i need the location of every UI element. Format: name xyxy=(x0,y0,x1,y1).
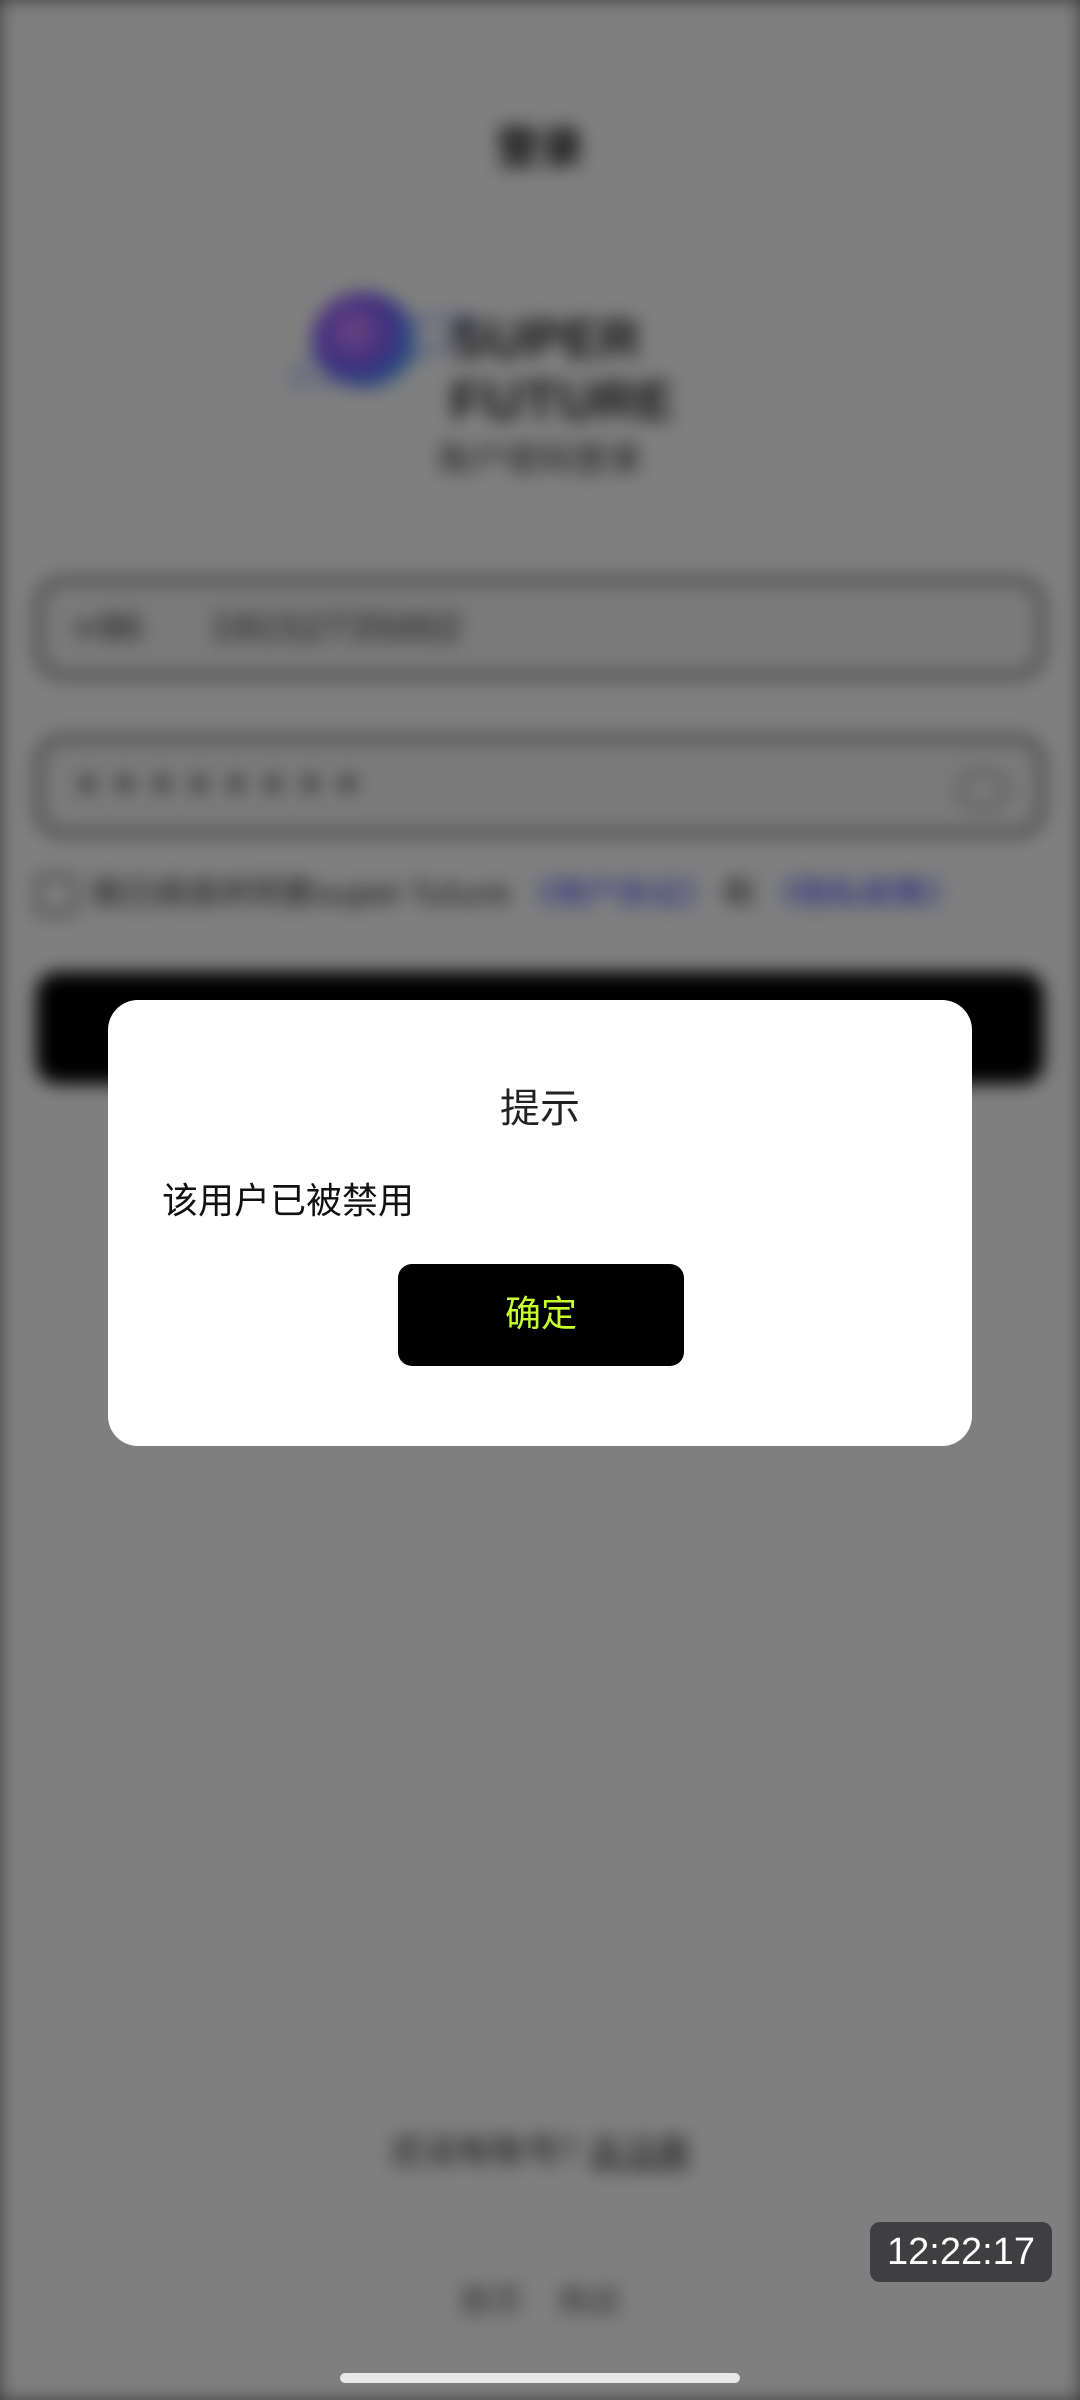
confirm-button[interactable]: 确定 xyxy=(398,1264,684,1366)
dialog-message: 该用户已被禁用 xyxy=(162,1181,415,1222)
screen: 登录 SUPER FUTURE 账户密码登录 +86 19152735002 •… xyxy=(0,0,1080,2400)
timestamp-badge: 12:22:17 xyxy=(870,2222,1052,2282)
dialog-title: 提示 xyxy=(500,1086,580,1132)
home-indicator[interactable] xyxy=(340,2373,740,2383)
alert-dialog: 提示 该用户已被禁用 确定 xyxy=(108,1000,972,1446)
